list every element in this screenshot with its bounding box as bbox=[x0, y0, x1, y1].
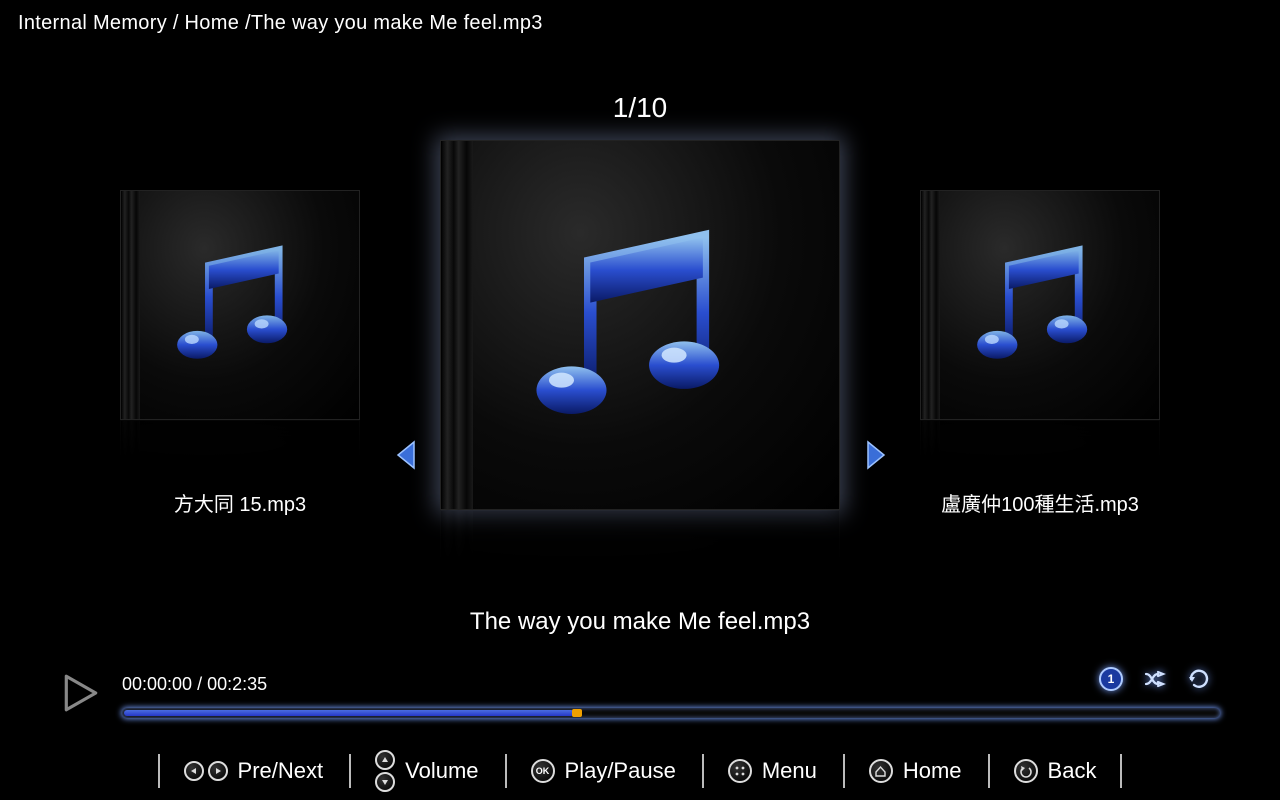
hint-playpause: OK Play/Pause bbox=[505, 750, 702, 792]
track-next-label: 盧廣仲100種生活.mp3 bbox=[920, 488, 1160, 517]
home-key-icon bbox=[869, 759, 893, 783]
shuffle-button[interactable] bbox=[1142, 666, 1168, 692]
elapsed-time: 00:00:00 bbox=[122, 674, 192, 694]
vol-down-key-icon bbox=[375, 772, 395, 792]
music-note-icon bbox=[159, 227, 321, 382]
track-prev[interactable]: 方大同 15.mp3 bbox=[120, 190, 360, 517]
nav-next-button[interactable] bbox=[864, 440, 888, 470]
hint-home: Home bbox=[843, 750, 988, 792]
music-note-icon bbox=[959, 227, 1121, 382]
hint-menu: Menu bbox=[702, 750, 843, 792]
hint-back: Back bbox=[988, 750, 1123, 792]
repeat-button[interactable] bbox=[1186, 666, 1212, 692]
cd-spine bbox=[121, 191, 140, 419]
repeat-one-button[interactable]: 1 bbox=[1098, 666, 1124, 692]
svg-text:1: 1 bbox=[1108, 672, 1115, 686]
track-carousel: 方大同 15.mp3 The way you make bbox=[0, 140, 1280, 600]
album-cover bbox=[120, 190, 360, 420]
music-note-icon bbox=[505, 200, 776, 450]
prev-key-icon bbox=[184, 761, 204, 781]
control-hints: Pre/Next Volume OK Play/Pause Menu Home … bbox=[0, 750, 1280, 792]
progress-fill bbox=[124, 710, 574, 716]
track-current-label: The way you make Me feel.mp3 bbox=[440, 608, 840, 636]
album-cover bbox=[440, 140, 840, 510]
album-cover bbox=[920, 190, 1160, 420]
next-key-icon bbox=[208, 761, 228, 781]
vol-up-key-icon bbox=[375, 750, 395, 770]
back-key-icon bbox=[1014, 759, 1038, 783]
nav-prev-button[interactable] bbox=[394, 440, 418, 470]
play-button[interactable] bbox=[60, 672, 102, 714]
breadcrumb: Internal Memory / Home /The way you make… bbox=[18, 12, 543, 35]
duration-time: 00:2:35 bbox=[207, 674, 267, 694]
hint-prenext: Pre/Next bbox=[158, 750, 350, 792]
track-next[interactable]: 盧廣仲100種生活.mp3 bbox=[920, 190, 1160, 517]
progress-handle[interactable] bbox=[572, 709, 582, 717]
hint-volume: Volume bbox=[349, 750, 504, 792]
menu-key-icon bbox=[728, 759, 752, 783]
track-current[interactable]: The way you make Me feel.mp3 bbox=[440, 140, 840, 636]
progress-bar[interactable] bbox=[122, 708, 1220, 718]
cd-spine bbox=[921, 191, 940, 419]
track-counter: 1/10 bbox=[613, 92, 668, 124]
ok-key-icon: OK bbox=[531, 759, 555, 783]
cd-spine bbox=[441, 141, 473, 509]
track-prev-label: 方大同 15.mp3 bbox=[120, 488, 360, 517]
playback-time: 00:00:00 / 00:2:35 bbox=[122, 674, 267, 695]
